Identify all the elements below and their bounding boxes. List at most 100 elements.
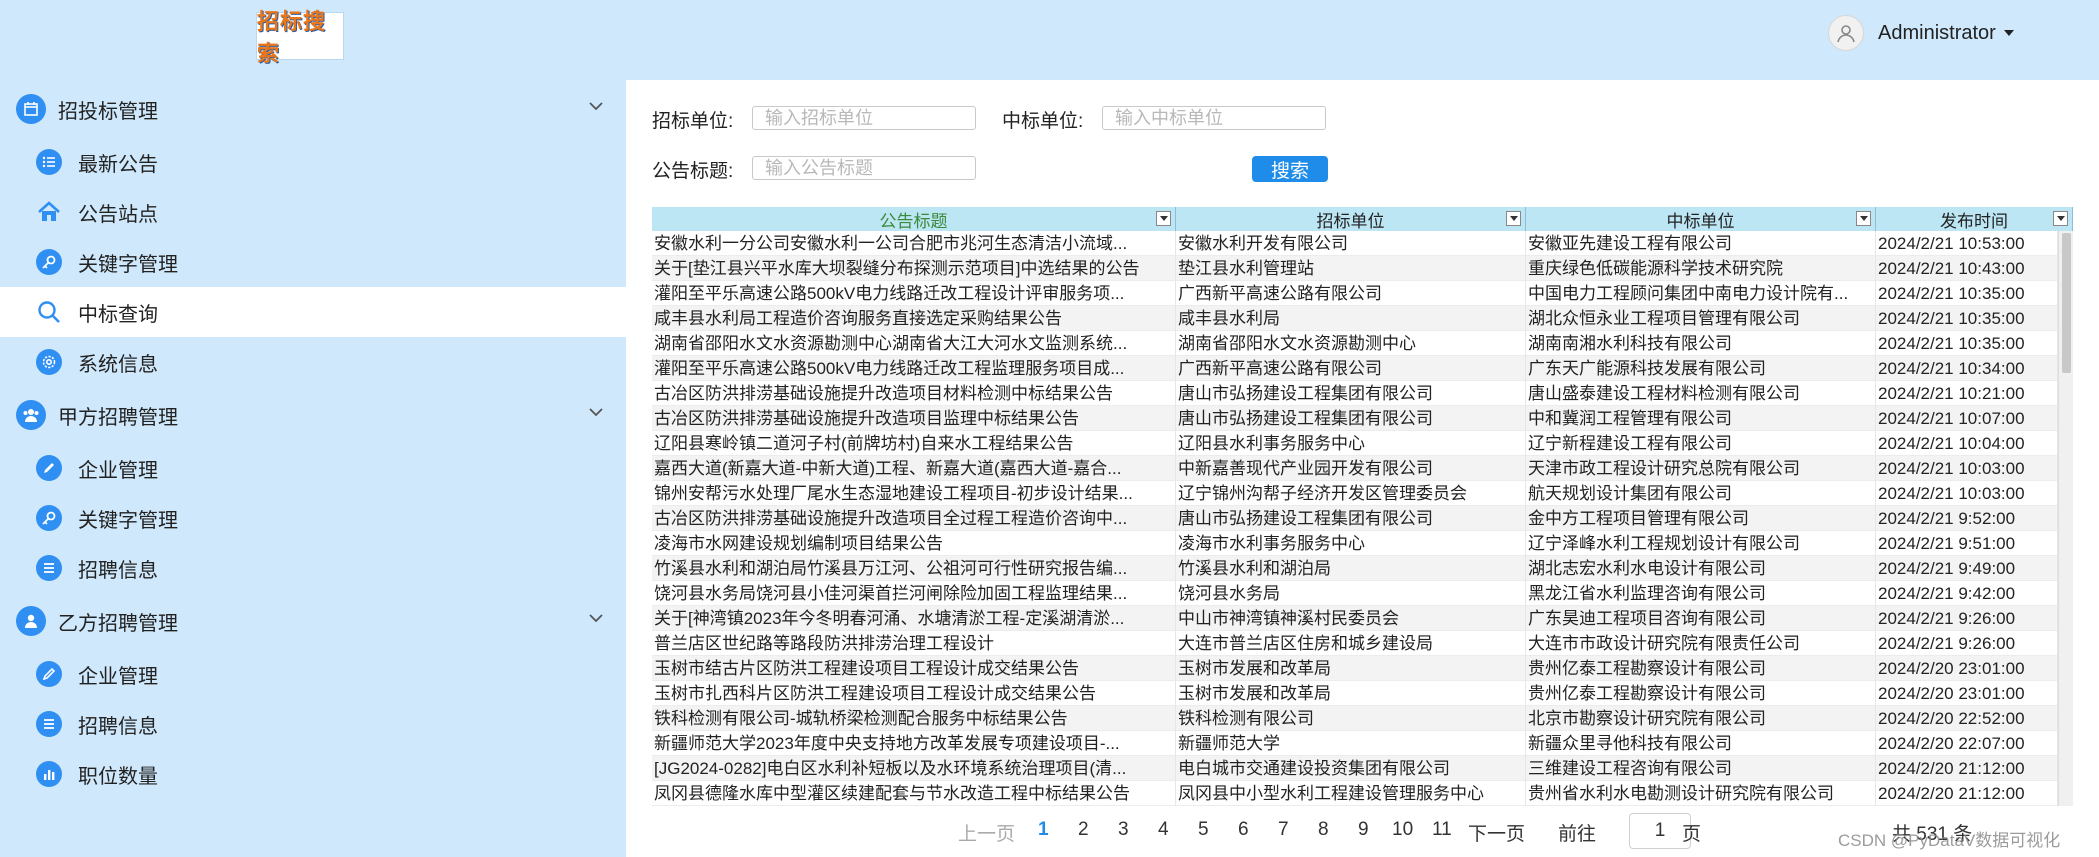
table-row[interactable]: 玉树市结古片区防洪工程建设项目工程设计成交结果公告 玉树市发展和改革局 贵州亿泰工程… xyxy=(652,656,2058,681)
page-8-button[interactable]: 8 xyxy=(1318,819,1329,841)
page-7-button[interactable]: 7 xyxy=(1278,819,1289,841)
table-row[interactable]: 普兰店区世纪路等路段防洪排涝治理工程设计 大连市普兰店区住房和城乡建设局 大连市市政… xyxy=(652,631,2058,656)
cell-tender-unit: 大连市普兰店区住房和城乡建设局 xyxy=(1176,631,1526,656)
sort-icon[interactable] xyxy=(2053,211,2068,226)
top-header: 招标搜索 Administrator xyxy=(0,0,2099,80)
column-header-tender-unit[interactable]: 招标单位 xyxy=(1176,207,1526,231)
table-scrollbar[interactable] xyxy=(2058,231,2073,806)
sidebar-item-label: 关键字管理 xyxy=(78,509,178,532)
cell-winner-unit: 湖南南湘水利科技有限公司 xyxy=(1526,331,1876,356)
cell-winner-unit: 贵州亿泰工程勘察设计有限公司 xyxy=(1526,681,1876,706)
table-row[interactable]: [JG2024-0282]电白区水利补短板以及水环境系统治理项目(清... 电白城… xyxy=(652,756,2058,781)
table-row[interactable]: 湖南省邵阳水文水资源勘测中心湖南省大江大河水文监测系统... 湖南省邵阳水文水资源… xyxy=(652,331,2058,356)
table-row[interactable]: 凌海市水网建设规划编制项目结果公告 凌海市水利事务服务中心 辽宁泽峰水利工程规划设计… xyxy=(652,531,2058,556)
search-icon xyxy=(36,299,62,325)
cell-date: 2024/2/21 10:35:00 xyxy=(1876,306,2058,331)
table-row[interactable]: 嘉西大道(新嘉大道-中新大道)工程、新嘉大道(嘉西大道-嘉合... 中新嘉善现代产… xyxy=(652,456,2058,481)
cell-date: 2024/2/20 23:01:00 xyxy=(1876,656,2058,681)
cell-tender-unit: 饶河县水务局 xyxy=(1176,581,1526,606)
sidebar-item-label: 企业管理 xyxy=(78,665,158,688)
filter-dropdown-icon[interactable] xyxy=(1506,211,1521,226)
page-4-button[interactable]: 4 xyxy=(1158,819,1169,841)
sidebar-item-keywords[interactable]: 关键字管理 xyxy=(0,237,626,287)
sidebar-item-label: 招聘信息 xyxy=(78,715,158,738)
cell-winner-unit: 重庆绿色低碳能源科学技术研究院 xyxy=(1526,256,1876,281)
avatar[interactable] xyxy=(1828,15,1864,51)
user-menu[interactable]: Administrator xyxy=(1828,14,2014,52)
table-row[interactable]: 辽阳县寒岭镇二道河子村(前牌坊村)自来水工程结果公告 辽阳县水利事务服务中心 辽宁新… xyxy=(652,431,2058,456)
title-input[interactable] xyxy=(752,156,976,180)
table-row[interactable]: 古冶区防洪排涝基础设施提升改造项目材料检测中标结果公告 唐山市弘扬建设工程集团有限… xyxy=(652,381,2058,406)
table-row[interactable]: 灌阳至平乐高速公路500kV电力线路迁改工程设计评审服务项... 广西新平高速公路… xyxy=(652,281,2058,306)
winner-unit-input[interactable] xyxy=(1102,106,1326,130)
list-icon xyxy=(36,149,62,175)
cell-tender-unit: 铁科检测有限公司 xyxy=(1176,706,1526,731)
app-logo[interactable]: 招标搜索 xyxy=(256,10,344,67)
sidebar-item-position-count[interactable]: 职位数量 xyxy=(0,749,626,799)
chevron-down-icon[interactable] xyxy=(588,101,604,111)
tender-unit-label: 招标单位: xyxy=(652,111,734,132)
column-header-label: 招标单位 xyxy=(1316,211,1385,231)
sidebar-group-party-b[interactable]: 乙方招聘管理 xyxy=(0,596,626,646)
table-row[interactable]: 饶河县水务局饶河县小佳河渠首拦河闸除险加固工程监理结果... 饶河县水务局 黑龙江省… xyxy=(652,581,2058,606)
table-row[interactable]: 新疆师范大学2023年度中央支持地方改革发展专项建设项目-... 新疆师范大学 新疆… xyxy=(652,731,2058,756)
sidebar-item-companies-a[interactable]: 企业管理 xyxy=(0,443,626,493)
chevron-down-icon[interactable] xyxy=(2003,30,2014,36)
users-icon xyxy=(16,400,46,430)
table-row[interactable]: 安徽水利一分公司安徽水利一公司合肥市兆河生态清洁小流域... 安徽水利开发有限公司… xyxy=(652,231,2058,256)
page-10-button[interactable]: 10 xyxy=(1392,819,1413,841)
goto-label: 前往 xyxy=(1558,824,1597,845)
sidebar-item-recruit-info-b[interactable]: 招聘信息 xyxy=(0,699,626,749)
sidebar-item-recruit-info-a[interactable]: 招聘信息 xyxy=(0,543,626,593)
cell-tender-unit: 辽阳县水利事务服务中心 xyxy=(1176,431,1526,456)
page-3-button[interactable]: 3 xyxy=(1118,819,1129,841)
table-row[interactable]: 关于[神湾镇2023年今冬明春河涌、水塘清淤工程-定溪湖清淤... 中山市神湾镇神… xyxy=(652,606,2058,631)
tender-unit-input[interactable] xyxy=(752,106,976,130)
sidebar-item-label: 招聘信息 xyxy=(78,559,158,582)
cell-tender-unit: 中山市神湾镇神溪村民委员会 xyxy=(1176,606,1526,631)
filter-dropdown-icon[interactable] xyxy=(1856,211,1871,226)
table-row[interactable]: 竹溪县水利和湖泊局竹溪县万江河、公祖河可行性研究报告编... 竹溪县水利和湖泊局湖… xyxy=(652,556,2058,581)
table-row[interactable]: 铁科检测有限公司-城轨桥梁检测配合服务中标结果公告 铁科检测有限公司 北京市勘察设计… xyxy=(652,706,2058,731)
page-2-button[interactable]: 2 xyxy=(1078,819,1089,841)
page-9-button[interactable]: 9 xyxy=(1358,819,1369,841)
filter-dropdown-icon[interactable] xyxy=(1156,211,1171,226)
sidebar-item-keywords-a[interactable]: 关键字管理 xyxy=(0,493,626,543)
cell-tender-unit: 广西新平高速公路有限公司 xyxy=(1176,356,1526,381)
table-row[interactable]: 咸丰县水利局工程造价咨询服务直接选定采购结果公告 咸丰县水利局 湖北众恒永业工程项目… xyxy=(652,306,2058,331)
sidebar-item-notice-sites[interactable]: 公告站点 xyxy=(0,187,626,237)
table-row[interactable]: 锦州安帮污水处理厂尾水生态湿地建设工程项目-初步设计结果... 辽宁锦州沟帮子经济… xyxy=(652,481,2058,506)
sidebar-item-label: 中标查询 xyxy=(78,303,158,326)
table-row[interactable]: 灌阳至平乐高速公路500kV电力线路迁改工程监理服务项目成... 广西新平高速公路… xyxy=(652,356,2058,381)
gear-icon xyxy=(36,349,62,375)
sidebar-group-bidding[interactable]: 招投标管理 xyxy=(0,84,626,134)
user-name[interactable]: Administrator xyxy=(1878,22,1996,45)
column-header-date[interactable]: 发布时间 xyxy=(1876,207,2073,231)
sidebar-item-companies-b[interactable]: 企业管理 xyxy=(0,649,626,699)
sidebar-item-latest-notices[interactable]: 最新公告 xyxy=(0,137,626,187)
page-11-button[interactable]: 11 xyxy=(1432,819,1452,841)
table-row[interactable]: 玉树市扎西科片区防洪工程建设项目工程设计成交结果公告 玉树市发展和改革局 贵州亿泰工… xyxy=(652,681,2058,706)
sidebar-item-label: 系统信息 xyxy=(78,353,158,376)
page-1-button[interactable]: 1 xyxy=(1038,819,1049,841)
sidebar-item-winning-query[interactable]: 中标查询 xyxy=(0,287,626,337)
page-5-button[interactable]: 5 xyxy=(1198,819,1209,841)
sidebar-item-label: 最新公告 xyxy=(78,153,158,176)
page-6-button[interactable]: 6 xyxy=(1238,819,1249,841)
table-header: 公告标题 招标单位 中标单位 发布时间 xyxy=(652,207,2073,231)
table-row[interactable]: 古冶区防洪排涝基础设施提升改造项目监理中标结果公告 唐山市弘扬建设工程集团有限公司… xyxy=(652,406,2058,431)
column-header-winner-unit[interactable]: 中标单位 xyxy=(1526,207,1876,231)
table-row[interactable]: 凤冈县德隆水库中型灌区续建配套与节水改造工程中标结果公告 凤冈县中小型水利工程建设… xyxy=(652,781,2058,806)
sidebar-group-party-a[interactable]: 甲方招聘管理 xyxy=(0,390,626,440)
sidebar-item-system-info[interactable]: 系统信息 xyxy=(0,337,626,387)
chevron-down-icon[interactable] xyxy=(588,613,604,623)
column-header-title[interactable]: 公告标题 xyxy=(652,207,1176,231)
prev-page-button[interactable]: 上一页 xyxy=(958,819,1015,846)
table-row[interactable]: 关于[垫江县兴平水库大坝裂缝分布探测示范项目]中选结果的公告 垫江县水利管理站 重庆… xyxy=(652,256,2058,281)
next-page-button[interactable]: 下一页 xyxy=(1468,819,1525,846)
table-row[interactable]: 古冶区防洪排涝基础设施提升改造项目全过程工程造价咨询中... 唐山市弘扬建设工程集… xyxy=(652,506,2058,531)
chevron-down-icon[interactable] xyxy=(588,407,604,417)
search-button[interactable]: 搜索 xyxy=(1252,156,1328,182)
scrollbar-thumb[interactable] xyxy=(2062,233,2071,373)
sidebar-item-label: 公告站点 xyxy=(78,203,158,226)
